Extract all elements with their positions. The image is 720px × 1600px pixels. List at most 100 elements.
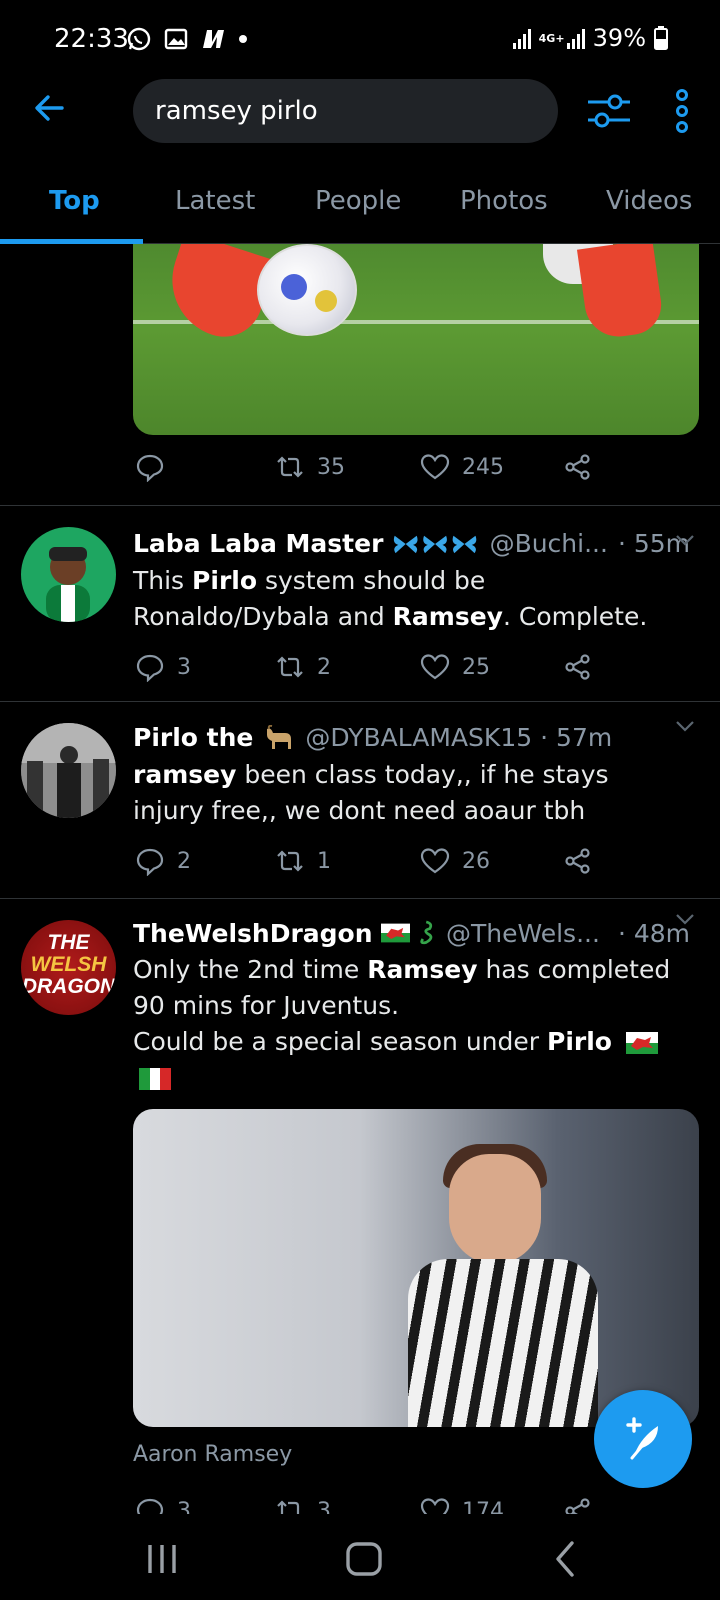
whatsapp-icon	[127, 27, 151, 51]
user-name[interactable]: Laba Laba Master	[133, 529, 383, 558]
tweet-text: ramsey been class today,, if he stays in…	[133, 760, 609, 825]
reply-button[interactable]: 2	[135, 846, 191, 876]
notification-icons	[126, 26, 248, 52]
search-query: ramsey pirlo	[155, 96, 318, 126]
tweet-actions: 35 245	[135, 452, 615, 488]
boot-right	[576, 244, 666, 341]
retweet-icon	[277, 656, 303, 678]
share-button[interactable]	[563, 846, 593, 876]
tweet-actions: 3 3 174	[135, 1496, 615, 1514]
tab-videos[interactable]: Videos	[606, 186, 692, 216]
tab-latest[interactable]: Latest	[175, 186, 255, 216]
tweet-time: · 57m	[540, 723, 613, 752]
chevron-down-icon[interactable]	[672, 713, 698, 739]
user-handle[interactable]: @DYBALAMASK15	[305, 723, 532, 752]
gallery-icon	[164, 28, 188, 50]
home-icon[interactable]	[344, 1539, 384, 1579]
user-handle[interactable]: @Buchi...	[490, 529, 608, 558]
share-icon	[565, 654, 590, 680]
share-button[interactable]	[563, 452, 593, 482]
tweet-text: This Pirlo system should be Ronaldo/Dyba…	[133, 566, 648, 631]
user-handle[interactable]: @TheWels...	[446, 919, 600, 948]
retweet-button[interactable]: 3	[275, 1496, 331, 1514]
status-bar: 22:33 4G+ 39%	[0, 0, 720, 80]
like-button[interactable]: 26	[420, 846, 490, 876]
butterfly-emoji-icon	[394, 535, 477, 553]
tab-top[interactable]: Top	[49, 186, 100, 216]
recent-apps-icon[interactable]	[142, 1539, 182, 1579]
tweet-header: Pirlo the @DYBALAMASK15 · 57m	[133, 723, 690, 752]
italy-flag-icon	[139, 1068, 171, 1090]
network-type: 4G+	[538, 31, 565, 45]
retweet-icon	[277, 850, 303, 872]
tweet-media-image[interactable]	[133, 244, 699, 435]
retweet-icon	[277, 456, 303, 478]
wales-flag-icon	[625, 1032, 658, 1054]
feather-plus-icon	[626, 1417, 658, 1460]
share-button[interactable]	[563, 1496, 593, 1514]
system-back-icon[interactable]	[546, 1539, 586, 1579]
avatar-photo-image	[21, 723, 116, 818]
like-button[interactable]: 245	[420, 452, 504, 482]
tweet-text: Only the 2nd time Ramsey has completed 9…	[133, 955, 671, 1020]
battery-icon	[654, 26, 668, 50]
share-icon	[565, 848, 590, 874]
tweet-header: TheWelshDragon @TheWels... · 48m	[133, 918, 690, 948]
avatar-cartoon-image	[46, 547, 90, 622]
search-input[interactable]: ramsey pirlo	[133, 79, 558, 143]
retweet-icon	[277, 1500, 300, 1514]
chevron-down-icon[interactable]	[672, 906, 698, 932]
filter-icon[interactable]	[584, 86, 634, 136]
avatar-logo: THE WELSH DRAGON	[21, 931, 116, 998]
tweet-text-paragraph-2: Could be a special season under Pirlo	[133, 1024, 680, 1096]
tweet[interactable]: Pirlo the @DYBALAMASK15 · 57m ramsey bee…	[0, 701, 720, 898]
reply-button[interactable]: 3	[135, 1496, 191, 1514]
retweet-button[interactable]: 2	[275, 652, 331, 682]
netflix-icon	[203, 30, 224, 48]
retweet-button[interactable]: 35	[275, 452, 345, 482]
reply-icon	[136, 848, 164, 876]
compose-tweet-button[interactable]	[594, 1390, 692, 1488]
like-button[interactable]: 25	[420, 652, 490, 682]
reply-button[interactable]	[135, 452, 177, 482]
back-arrow-icon[interactable]	[28, 86, 72, 130]
retweet-button[interactable]: 1	[275, 846, 331, 876]
search-tabs: Top Latest People Photos Videos	[0, 160, 720, 244]
heart-icon	[420, 1498, 450, 1514]
player-face	[449, 1154, 541, 1264]
share-icon	[565, 1498, 590, 1514]
battery-percent: 39%	[592, 24, 646, 52]
avatar[interactable]: THE WELSH DRAGON	[21, 920, 116, 1015]
heart-icon	[420, 848, 450, 874]
tweet-actions: 2 1 26	[135, 846, 615, 882]
tab-people[interactable]: People	[315, 186, 401, 216]
heart-icon	[420, 454, 450, 480]
system-status: 4G+ 39%	[512, 24, 668, 52]
avatar[interactable]	[21, 723, 116, 818]
share-icon	[565, 454, 590, 480]
reply-icon	[136, 1498, 164, 1514]
avatar[interactable]	[21, 527, 116, 622]
tab-photos[interactable]: Photos	[460, 186, 548, 216]
like-button[interactable]: 174	[420, 1496, 504, 1514]
wifi-signal-icon	[512, 27, 531, 49]
tweet-actions: 3 2 25	[135, 652, 615, 688]
heart-icon	[420, 654, 450, 680]
tweet[interactable]: Laba Laba Master @Buchi... · 55m This Pi…	[0, 505, 720, 701]
reply-button[interactable]: 3	[135, 652, 191, 682]
share-button[interactable]	[563, 652, 593, 682]
dragon-emoji-icon	[419, 920, 432, 945]
chevron-down-icon[interactable]	[672, 527, 698, 553]
wales-flag-icon	[380, 923, 410, 943]
football	[257, 244, 357, 336]
system-navigation-bar	[0, 1515, 720, 1600]
reply-icon	[136, 454, 164, 482]
user-name[interactable]: Pirlo the	[133, 723, 253, 752]
goat-emoji-icon	[267, 724, 292, 749]
more-options-icon[interactable]	[664, 86, 700, 136]
dot-icon	[239, 35, 247, 43]
user-name[interactable]: TheWelshDragon	[133, 919, 373, 948]
cell-signal-icon	[566, 27, 585, 49]
active-tab-indicator	[0, 239, 143, 244]
tweet-media-image[interactable]	[133, 1109, 699, 1427]
